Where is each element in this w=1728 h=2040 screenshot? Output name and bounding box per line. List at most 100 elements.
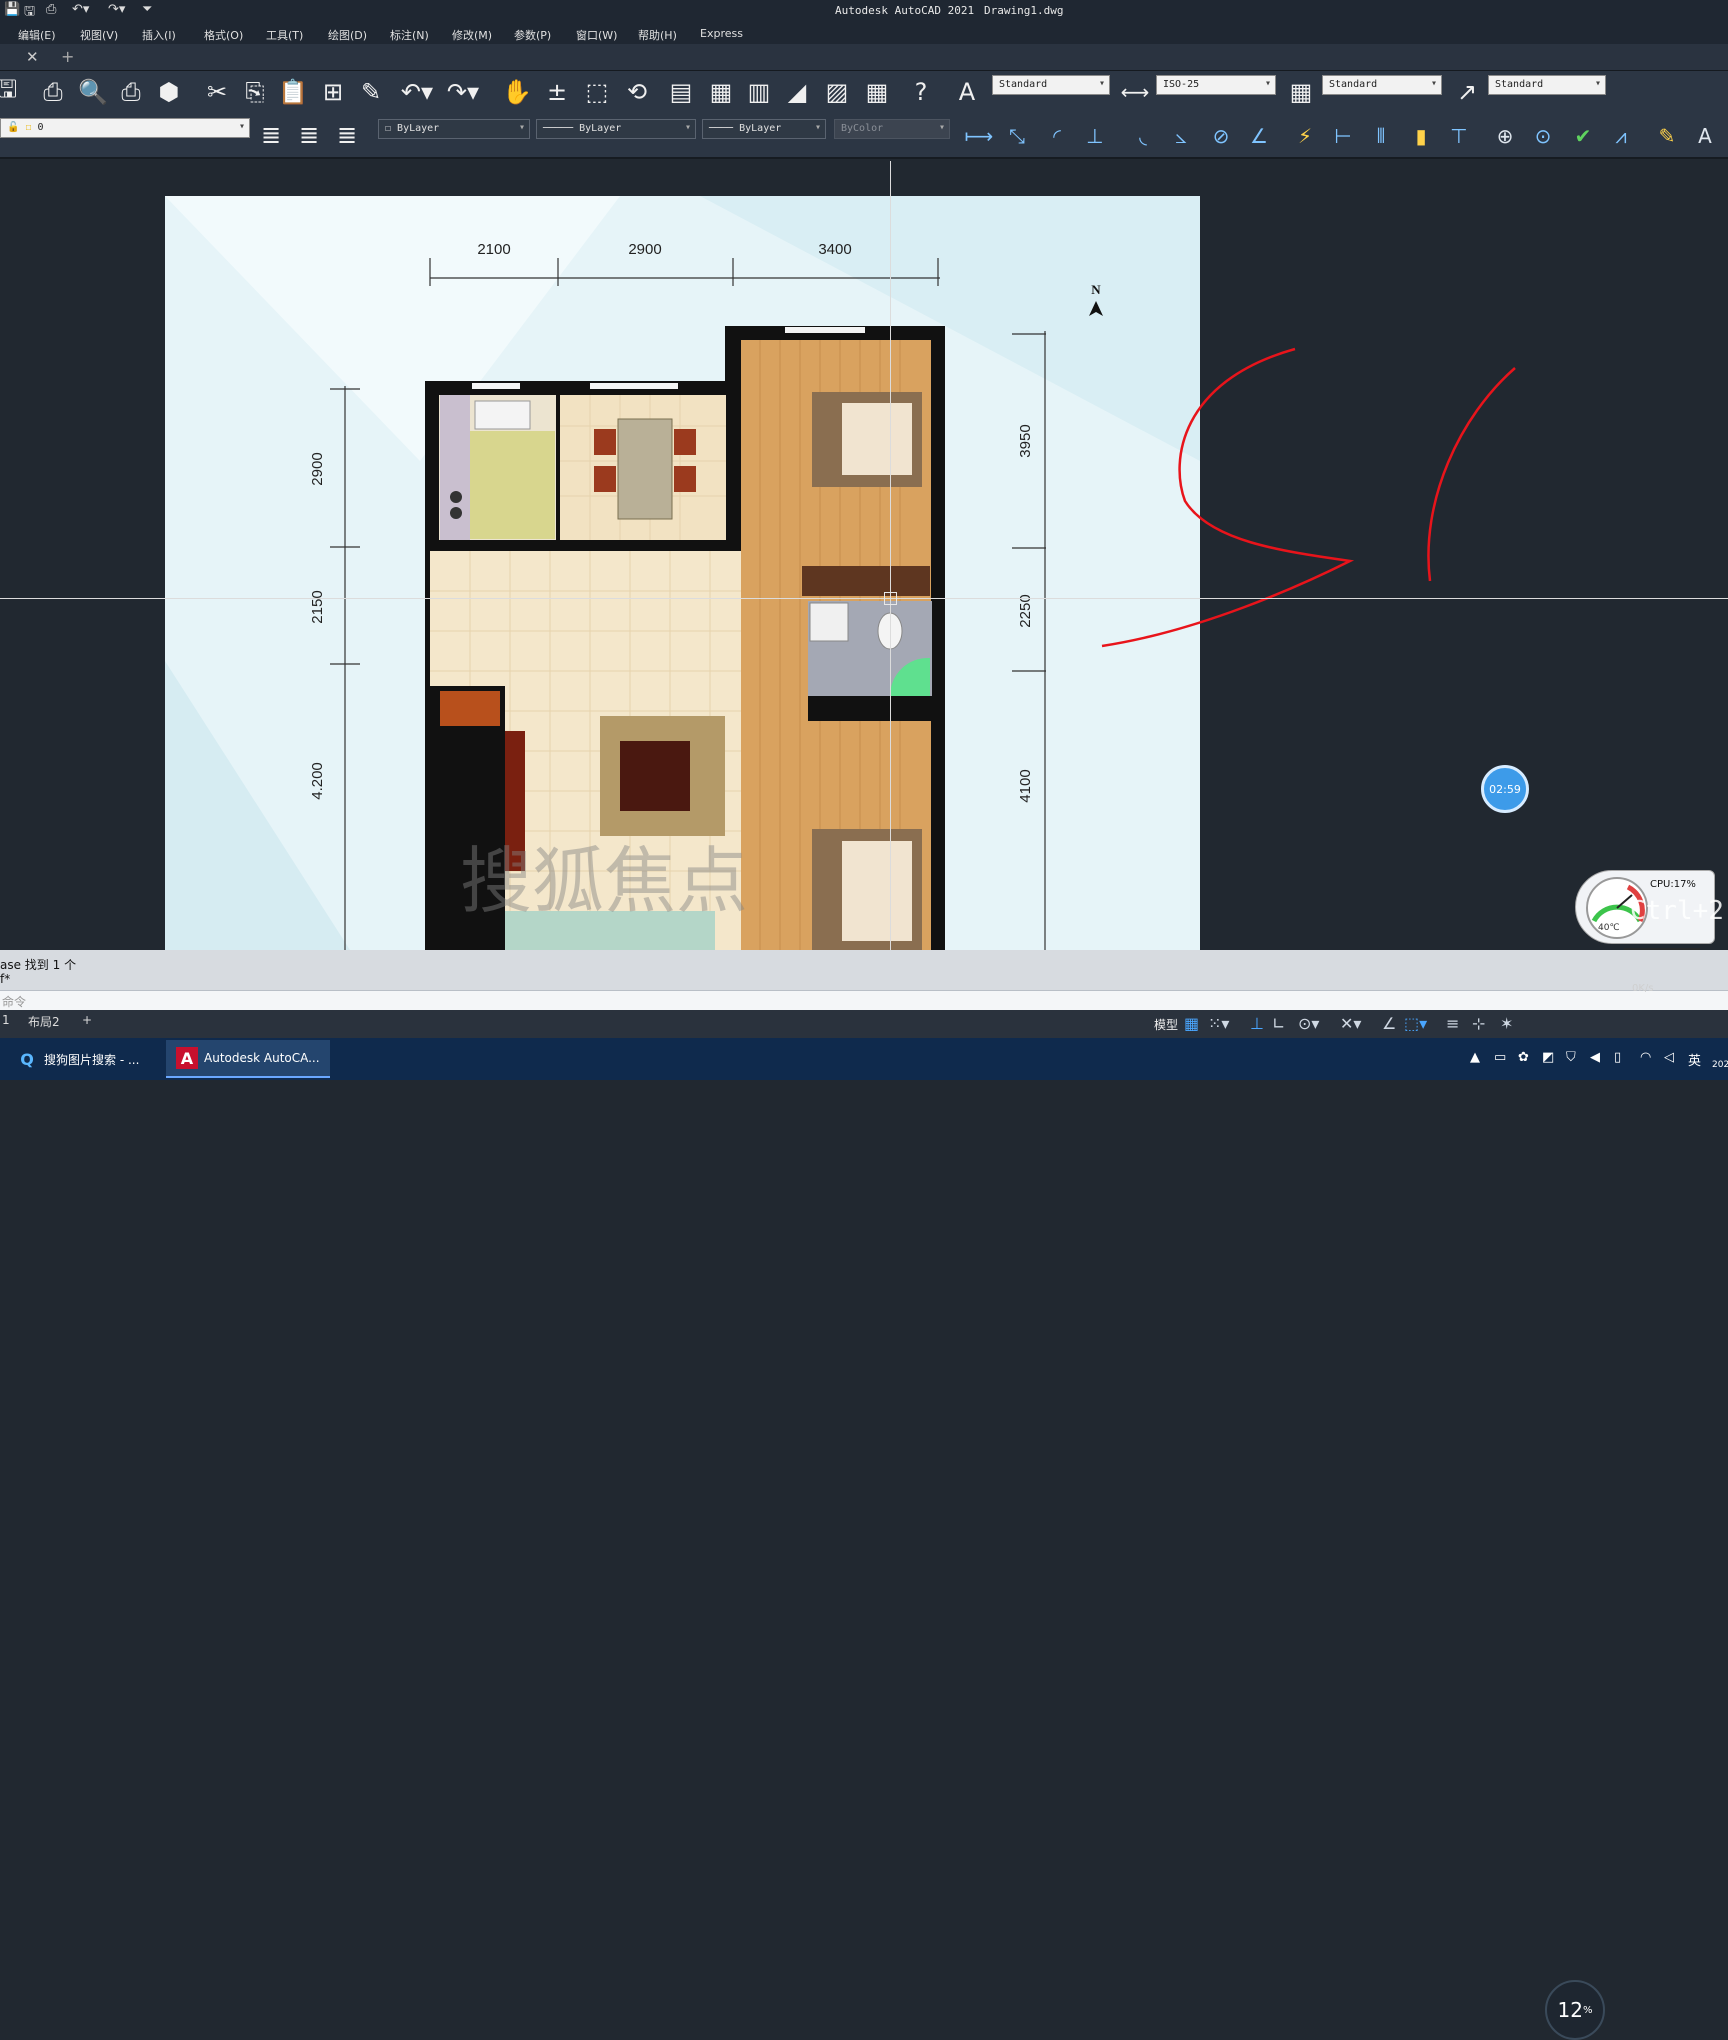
aligned-dim-icon[interactable]: ⤡ bbox=[1000, 119, 1034, 153]
drawing-canvas[interactable]: 2100 2900 3400 2900 2150 4.200 3950 2250… bbox=[0, 161, 1728, 950]
tray-wifi-icon[interactable]: ◠ bbox=[1640, 1050, 1651, 1065]
menu-modify[interactable]: 修改(M) bbox=[452, 27, 492, 43]
tool-palettes-icon[interactable]: ▥ bbox=[742, 75, 776, 109]
print-icon[interactable]: ⎙ bbox=[46, 2, 56, 17]
infer-constraints-icon[interactable]: ⊥ bbox=[1250, 1014, 1264, 1033]
copy-icon[interactable]: ⎘ bbox=[238, 75, 272, 109]
jogged-dim-icon[interactable]: ⦣ bbox=[1164, 119, 1198, 153]
publish-icon[interactable]: ⎙ bbox=[114, 75, 148, 109]
menu-view[interactable]: 视图(V) bbox=[80, 27, 118, 43]
tray-volume-icon[interactable]: ◀ bbox=[1590, 1050, 1600, 1065]
sheet-set-icon[interactable]: ◢ bbox=[780, 75, 814, 109]
tray-flower-icon[interactable]: ✿ bbox=[1518, 1050, 1529, 1065]
inspect-icon[interactable]: ✔ bbox=[1566, 119, 1600, 153]
save-as-icon[interactable]: 🖫 bbox=[24, 2, 35, 24]
annotation-visibility-icon[interactable]: ✶ bbox=[1500, 1014, 1513, 1033]
close-tab-icon[interactable]: ✕ bbox=[26, 48, 39, 66]
menu-insert[interactable]: 插入(I) bbox=[142, 27, 176, 43]
menu-draw[interactable]: 绘图(D) bbox=[328, 27, 367, 43]
lineweight-select[interactable]: ──── ByLayer ▾ bbox=[702, 119, 826, 139]
dim-edit-icon[interactable]: ✎ bbox=[1650, 119, 1684, 153]
arc-length-icon[interactable]: ◜ bbox=[1040, 119, 1074, 153]
save-icon[interactable]: 🖫 bbox=[0, 75, 24, 109]
menu-tools[interactable]: 工具(T) bbox=[266, 27, 303, 43]
menu-express[interactable]: Express bbox=[700, 27, 743, 40]
menu-help[interactable]: 帮助(H) bbox=[638, 27, 677, 43]
tray-nvidia-icon[interactable]: ◩ bbox=[1542, 1050, 1554, 1065]
redo-icon[interactable]: ↷▾ bbox=[108, 2, 125, 17]
center-mark-icon[interactable]: ⊙ bbox=[1526, 119, 1560, 153]
add-layout-icon[interactable]: + bbox=[82, 1013, 92, 1027]
polar-icon[interactable]: ⊙▾ bbox=[1298, 1014, 1319, 1033]
quick-dim-icon[interactable]: ⚡ bbox=[1288, 119, 1322, 153]
dim-break-icon[interactable]: ⊤ bbox=[1442, 119, 1476, 153]
linear-dim-icon[interactable]: ⟼ bbox=[962, 119, 996, 153]
tolerance-icon[interactable]: ⊕ bbox=[1488, 119, 1522, 153]
radius-dim-icon[interactable]: ◟ bbox=[1126, 119, 1160, 153]
linetype-select[interactable]: ───── ByLayer ▾ bbox=[536, 119, 696, 139]
zoom-previous-icon[interactable]: ⟲ bbox=[620, 75, 654, 109]
customize-icon[interactable]: ⏷ bbox=[142, 2, 152, 17]
layout-tab-1[interactable]: 1 bbox=[2, 1013, 10, 1027]
new-tab-icon[interactable]: + bbox=[61, 47, 74, 66]
dim-space-icon[interactable]: ▮ bbox=[1404, 119, 1438, 153]
annotation-scale-icon[interactable]: ⊹ bbox=[1472, 1014, 1485, 1033]
plot-preview-icon[interactable]: 🔍 bbox=[76, 75, 110, 109]
tray-speaker-icon[interactable]: ◁ bbox=[1664, 1050, 1674, 1065]
menu-parameters[interactable]: 参数(P) bbox=[514, 27, 551, 43]
clock-date[interactable]: 202 bbox=[1712, 1060, 1728, 1070]
pan-icon[interactable]: ✋ bbox=[500, 75, 534, 109]
dim-style-icon[interactable]: ⟷ bbox=[1118, 75, 1152, 109]
markup-icon[interactable]: ▨ bbox=[820, 75, 854, 109]
block-editor-icon[interactable]: ✎ bbox=[354, 75, 388, 109]
3d-print-icon[interactable]: ⬢ bbox=[152, 75, 186, 109]
ime-indicator[interactable]: 英 bbox=[1688, 1050, 1701, 1069]
taskbar-item-sogou[interactable]: Q 搜狗图片搜索 - ... bbox=[6, 1040, 149, 1078]
command-input[interactable]: 命令 bbox=[0, 990, 1728, 1010]
redo-icon[interactable]: ↷▾ bbox=[446, 75, 480, 109]
help-icon[interactable]: ? bbox=[904, 75, 938, 109]
layout-tab-2[interactable]: 布局2 bbox=[28, 1013, 60, 1030]
text-style-icon[interactable]: A bbox=[950, 75, 984, 109]
jogged-linear-icon[interactable]: ⩘ bbox=[1604, 119, 1638, 153]
object-snap-tracking-icon[interactable]: ∠ bbox=[1382, 1014, 1396, 1033]
ordinate-dim-icon[interactable]: ⊥ bbox=[1078, 119, 1112, 153]
object-snap-icon[interactable]: ⬚▾ bbox=[1404, 1014, 1427, 1033]
tray-message-icon[interactable]: ▭ bbox=[1494, 1050, 1506, 1065]
properties-icon[interactable]: ▤ bbox=[664, 75, 698, 109]
plot-icon[interactable]: ⎙ bbox=[36, 75, 70, 109]
isodraft-icon[interactable]: ✕▾ bbox=[1340, 1014, 1361, 1033]
lineweight-icon[interactable]: ≡ bbox=[1446, 1014, 1459, 1033]
menu-format[interactable]: 格式(O) bbox=[204, 27, 243, 43]
table-style-select[interactable]: Standard ▾ bbox=[1322, 75, 1442, 95]
diameter-dim-icon[interactable]: ⊘ bbox=[1204, 119, 1238, 153]
zoom-realtime-icon[interactable]: ± bbox=[540, 75, 574, 109]
tray-shield-icon[interactable]: ⛉ bbox=[1566, 1050, 1576, 1065]
menu-dimension[interactable]: 标注(N) bbox=[390, 27, 429, 43]
text-style-select[interactable]: Standard ▾ bbox=[992, 75, 1110, 95]
plot-style-select[interactable]: ByColor ▾ bbox=[834, 119, 950, 139]
make-current-layer-icon[interactable]: ≣ bbox=[292, 118, 326, 152]
recording-timer[interactable]: 02:59 bbox=[1481, 765, 1529, 813]
menu-edit[interactable]: 编辑(E) bbox=[18, 27, 56, 43]
undo-icon[interactable]: ↶▾ bbox=[72, 2, 89, 17]
color-select[interactable]: ☐ ByLayer ▾ bbox=[378, 119, 530, 139]
menu-window[interactable]: 窗口(W) bbox=[576, 27, 617, 43]
calculator-icon[interactable]: ▦ bbox=[860, 75, 894, 109]
snap-icon[interactable]: ⁙▾ bbox=[1208, 1014, 1229, 1033]
undo-icon[interactable]: ↶▾ bbox=[400, 75, 434, 109]
tray-battery-icon[interactable]: ▯ bbox=[1614, 1050, 1621, 1065]
grid-icon[interactable]: ▦ bbox=[1184, 1014, 1199, 1033]
baseline-dim-icon[interactable]: ⊢ bbox=[1326, 119, 1360, 153]
dim-style-select[interactable]: ISO-25 ▾ bbox=[1156, 75, 1276, 95]
paste-icon[interactable]: 📋 bbox=[276, 75, 310, 109]
zoom-window-icon[interactable]: ⬚ bbox=[580, 75, 614, 109]
save-icon[interactable]: 💾 bbox=[4, 2, 20, 17]
layer-previous-icon[interactable]: ≣ bbox=[330, 118, 364, 152]
cut-icon[interactable]: ✂ bbox=[200, 75, 234, 109]
tray-app-icon[interactable]: ▲ bbox=[1470, 1050, 1480, 1065]
model-space-button[interactable]: 模型 bbox=[1154, 1016, 1178, 1033]
layer-select[interactable]: 🔓 ☐ 0 ▾ bbox=[0, 118, 250, 138]
continue-dim-icon[interactable]: ⫴ bbox=[1364, 119, 1398, 153]
taskbar-item-autocad[interactable]: A Autodesk AutoCA... bbox=[166, 1040, 330, 1078]
